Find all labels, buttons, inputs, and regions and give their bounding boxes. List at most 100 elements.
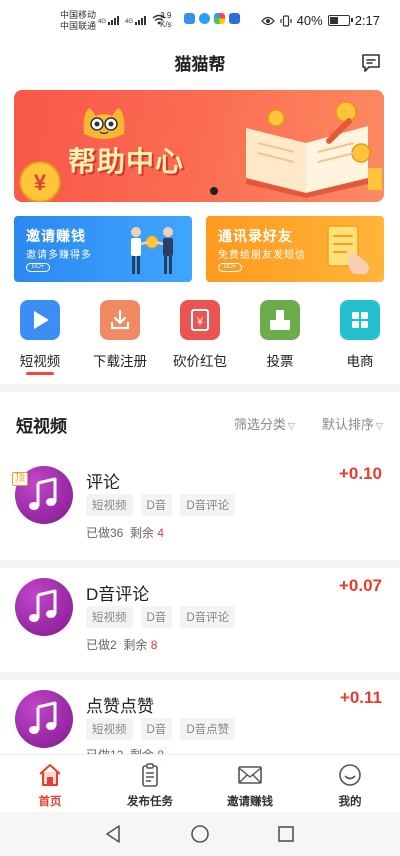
app-notification-icon [229, 13, 240, 24]
task-list-header: 短视频 筛选分类 ▽ 默认排序 ▽ [0, 400, 400, 444]
app-header: 猫猫帮 [0, 42, 400, 82]
task-tag: D音评论 [180, 494, 236, 516]
remain-label: 剩余 [123, 638, 148, 652]
done-count: 已做2 [86, 638, 117, 652]
category-vote[interactable]: 投票 [240, 298, 320, 370]
category-row: 短视频 下载注册 ¥ 砍价红包 投票 电商 [0, 298, 400, 378]
help-center-banner[interactable]: ¥ 帮助中心 [14, 90, 384, 202]
tab-home[interactable]: 首页 [0, 763, 100, 809]
task-tags: 短视频 D音 D音评论 [86, 494, 236, 516]
task-tag: 短视频 [86, 606, 133, 628]
task-tag: D音评论 [180, 606, 236, 628]
coin-icon: ¥ [19, 161, 61, 202]
tab-label: 我的 [338, 796, 362, 808]
message-icon[interactable] [360, 52, 382, 74]
remain-count: 8 [150, 638, 158, 652]
app-notification-icon [199, 13, 210, 24]
category-label: 砍价红包 [173, 354, 227, 369]
task-tag: D音 [140, 494, 173, 516]
task-title: 评论 [86, 473, 120, 492]
category-ecommerce[interactable]: 电商 [320, 298, 400, 370]
tab-label: 发布任务 [127, 796, 173, 808]
category-label: 短视频 [19, 354, 61, 369]
promo-subtitle: 免费给朋友发短信 [218, 250, 306, 261]
system-nav-bar [0, 812, 400, 856]
task-tag: D音 [140, 718, 173, 740]
task-item[interactable]: 顶 评论 +0.10 短视频 D音 D音评论 已做36 剩余 4 [0, 448, 400, 560]
row-divider [0, 560, 400, 568]
back-icon[interactable] [104, 824, 124, 844]
net-speed: 3.9 K/s [160, 11, 172, 29]
battery-icon [327, 15, 353, 26]
app-notification-icon [184, 13, 195, 24]
task-tag: 短视频 [86, 718, 133, 740]
go-button[interactable]: GO+ [26, 263, 50, 272]
task-tag: D音 [140, 606, 173, 628]
battery-percent: 40% [296, 13, 323, 28]
pinned-badge: 顶 [12, 472, 28, 486]
task-avatar [15, 690, 73, 748]
tab-label: 邀请赚钱 [227, 796, 273, 808]
category-label: 电商 [346, 354, 374, 369]
grid-icon [340, 300, 380, 340]
category-download-register[interactable]: 下载注册 [80, 298, 160, 370]
remain-label: 剩余 [130, 526, 155, 540]
contacts-hand-icon [327, 225, 369, 274]
contacts-friends-card[interactable]: 通讯录好友 免费给朋友发短信 GO+ [206, 216, 384, 282]
notification-icons [184, 13, 240, 24]
list-title: 短视频 [16, 417, 67, 436]
tab-invite-earn[interactable]: 邀请赚钱 [200, 763, 300, 809]
task-tag: D音点赞 [180, 718, 236, 740]
task-reward: +0.10 [338, 464, 382, 483]
clipboard-icon [142, 763, 158, 787]
promo-title: 邀请赚钱 [26, 228, 86, 244]
invite-earn-card[interactable]: 邀请赚钱 邀请多赚得多 GO+ [14, 216, 192, 282]
tab-label: 首页 [38, 796, 62, 808]
promo-subtitle: 邀请多赚得多 [26, 250, 92, 261]
row-divider [0, 672, 400, 680]
category-short-video[interactable]: 短视频 [0, 298, 80, 370]
carrier-2: 中国联通 [60, 21, 97, 31]
status-right: 40% 2:17 [260, 13, 380, 28]
filter-category-dropdown[interactable]: 筛选分类 ▽ [234, 414, 295, 433]
tab-mine[interactable]: 我的 [300, 763, 400, 809]
category-bargain-red-packet[interactable]: ¥ 砍价红包 [160, 298, 240, 370]
chevron-down-icon: ▽ [288, 421, 295, 431]
cat-mascot-icon [83, 108, 125, 139]
music-note-icon [29, 701, 57, 734]
sort-dropdown[interactable]: 默认排序 ▽ [322, 414, 383, 433]
eye-icon [260, 16, 275, 25]
status-bar: 中国移动 中国联通 4G 4G 3.9 K/s 40% 2:17 [0, 0, 400, 40]
task-item[interactable]: D音评论 +0.07 短视频 D音 D音评论 已做2 剩余 8 [0, 568, 400, 680]
task-stats: 已做2 剩余 8 [86, 636, 157, 653]
go-button[interactable]: GO+ [218, 263, 242, 272]
carousel-indicator [210, 187, 218, 195]
category-label: 下载注册 [93, 354, 147, 369]
chevron-down-icon: ▽ [376, 421, 383, 431]
task-tag: 短视频 [86, 494, 133, 516]
task-title: 点赞点赞 [86, 697, 154, 716]
task-avatar [15, 578, 73, 636]
signal-icon-1: 4G [98, 15, 120, 25]
carrier-labels: 中国移动 中国联通 [60, 10, 96, 32]
bottom-tab-bar: 首页 发布任务 邀请赚钱 我的 [0, 754, 400, 812]
handshake-people-icon [131, 227, 173, 274]
task-reward: +0.11 [339, 688, 382, 707]
recents-icon[interactable] [276, 824, 296, 844]
category-label: 投票 [266, 354, 294, 369]
app-notification-icon [214, 13, 225, 24]
svg-text:¥: ¥ [34, 170, 47, 195]
svg-text:¥: ¥ [196, 316, 204, 328]
play-icon [20, 300, 60, 340]
vibrate-icon [280, 14, 292, 27]
signal-icons: 4G 4G [98, 14, 166, 25]
task-tags: 短视频 D音 D音点赞 [86, 718, 236, 740]
tab-publish-task[interactable]: 发布任务 [100, 763, 200, 809]
red-packet-icon: ¥ [180, 300, 220, 340]
carrier-1: 中国移动 [60, 10, 97, 20]
promo-title: 通讯录好友 [218, 228, 293, 244]
task-reward: +0.07 [338, 576, 382, 595]
done-count: 已做36 [86, 526, 124, 540]
page-title: 猫猫帮 [174, 55, 226, 74]
home-circle-icon[interactable] [190, 824, 210, 844]
